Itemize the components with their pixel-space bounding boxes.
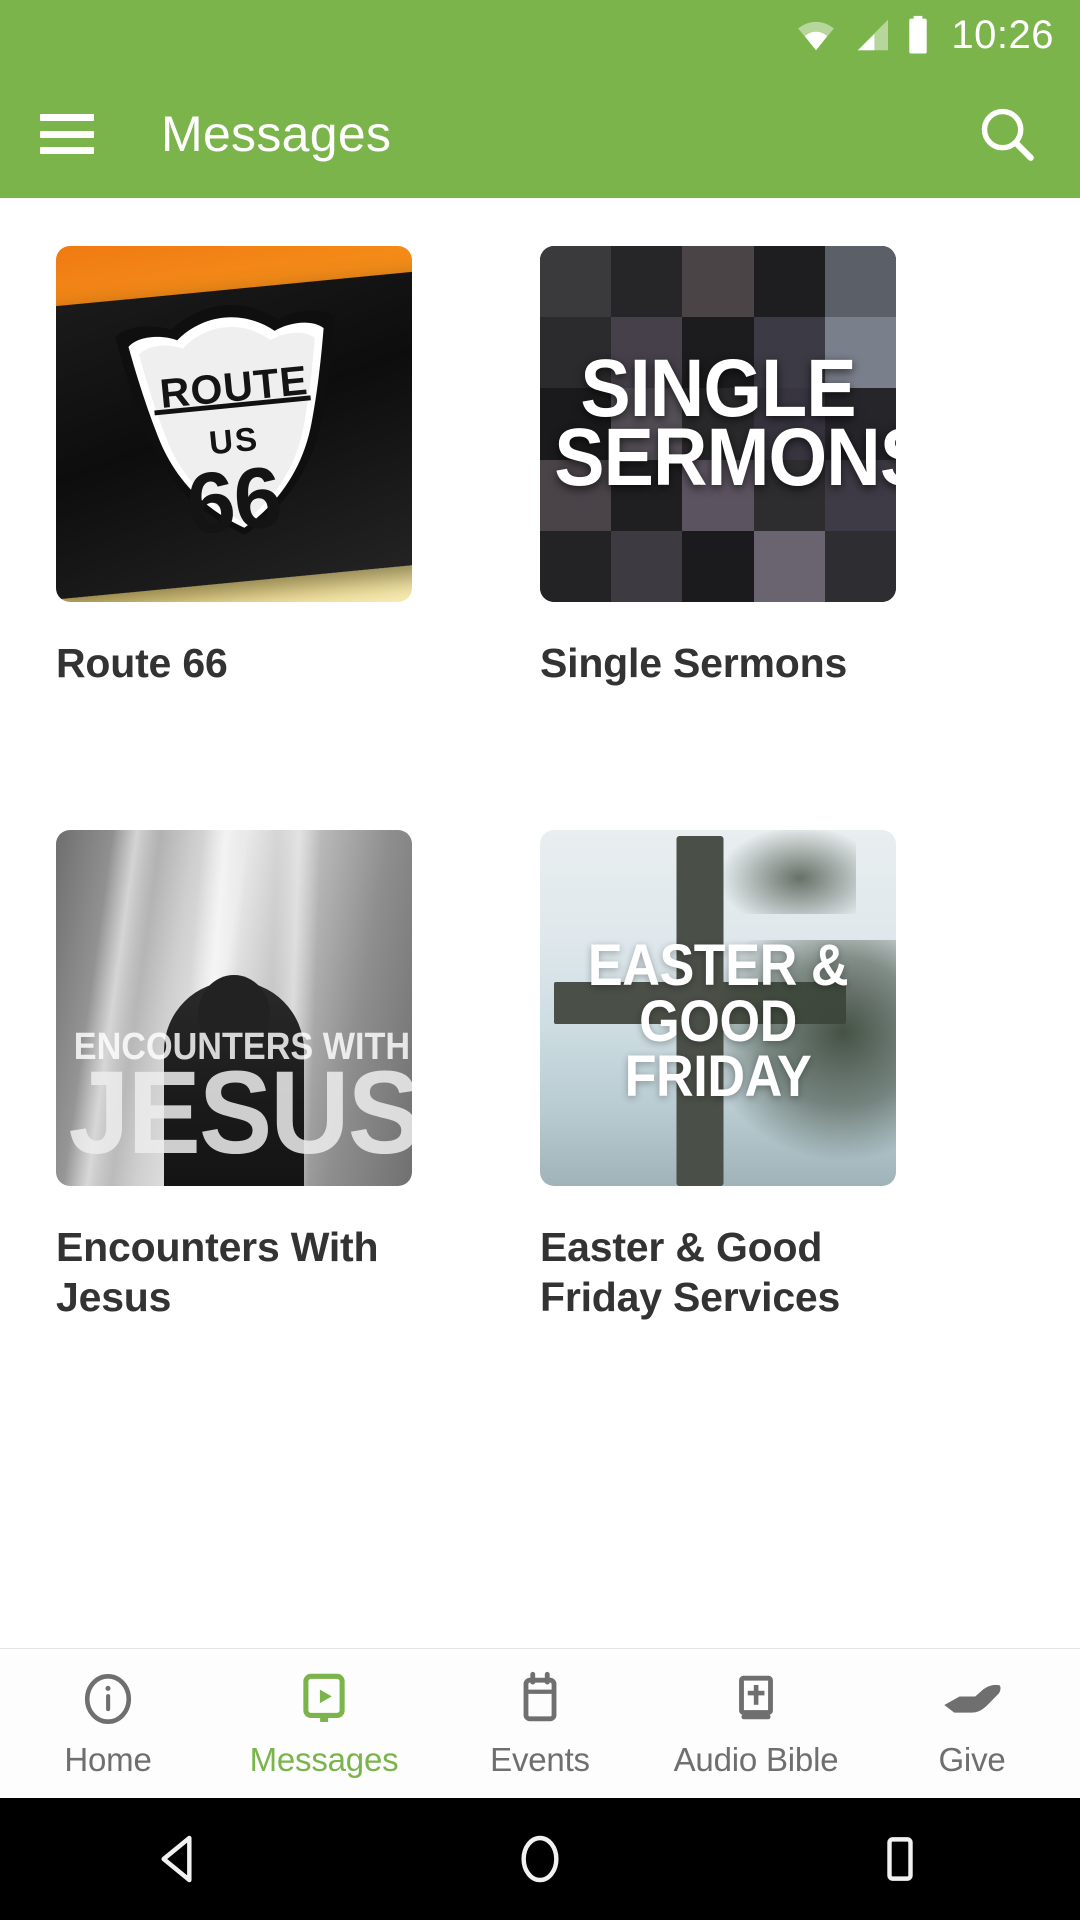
tree-branch-top-icon (716, 830, 856, 915)
hamburger-menu-icon[interactable] (40, 114, 94, 154)
video-screen-play-icon (295, 1669, 353, 1729)
android-system-nav-bar (0, 1798, 1080, 1920)
tab-label: Home (64, 1740, 152, 1778)
tab-messages[interactable]: Messages (216, 1669, 432, 1779)
thumb-text-line2: SERMONS (554, 412, 896, 503)
thumb-text-line1: EASTER & (587, 933, 849, 999)
giving-hand-icon (942, 1669, 1002, 1729)
series-list-scroll-area[interactable]: ROUTE US 66 Route 66 SINGLE SERMONS Sing… (0, 198, 1080, 1748)
tab-audio-bible[interactable]: Audio Bible (648, 1669, 864, 1779)
series-card-encounters-with-jesus[interactable]: ENCOUNTERS WITH JESUS Encounters With Je… (56, 830, 540, 1322)
tab-label: Audio Bible (673, 1740, 839, 1778)
tab-label: Give (938, 1740, 1006, 1778)
page-title: Messages (161, 106, 392, 162)
bottom-tab-bar: Home Messages Events Audio Bible Give (0, 1648, 1080, 1798)
thumb-text-easter: EASTER & GOOD FRIDAY (558, 933, 878, 1110)
app-bar: Messages (0, 70, 1080, 198)
series-card-title: Route 66 (56, 640, 228, 686)
thumb-text-single-sermons: SINGLE SERMONS (554, 348, 896, 503)
tab-label: Messages (249, 1740, 399, 1778)
battery-icon (905, 15, 931, 55)
series-card-title: Single Sermons (540, 640, 848, 686)
series-card-title: Easter & Good Friday Services (540, 1224, 841, 1321)
thumb-text-66: 66 (182, 448, 286, 554)
tab-home[interactable]: Home (0, 1669, 216, 1779)
info-circle-icon (79, 1669, 137, 1729)
status-bar-clock: 10:26 (951, 12, 1054, 57)
calendar-icon (511, 1669, 569, 1729)
search-icon[interactable] (976, 103, 1038, 165)
wifi-icon (795, 18, 837, 52)
home-circle-icon[interactable] (480, 1798, 600, 1920)
series-thumbnail[interactable]: ROUTE US 66 (56, 246, 412, 602)
series-thumbnail[interactable]: EASTER & GOOD FRIDAY (540, 830, 896, 1187)
thumb-text-jesus: JESUS (68, 1047, 412, 1180)
thumb-text-line2: GOOD FRIDAY (624, 988, 812, 1110)
series-card-single-sermons[interactable]: SINGLE SERMONS Single Sermons (540, 246, 1024, 688)
bible-book-cross-icon (727, 1669, 785, 1729)
series-grid: ROUTE US 66 Route 66 SINGLE SERMONS Sing… (0, 198, 1080, 1322)
tab-give[interactable]: Give (864, 1669, 1080, 1779)
series-card-route-66[interactable]: ROUTE US 66 Route 66 (56, 246, 540, 688)
status-bar: 10:26 (0, 0, 1080, 70)
series-card-title: Encounters With Jesus (56, 1224, 379, 1321)
recents-square-icon[interactable] (840, 1798, 960, 1920)
series-thumbnail[interactable]: SINGLE SERMONS (540, 246, 896, 602)
back-triangle-icon[interactable] (120, 1798, 240, 1920)
series-card-easter-good-friday[interactable]: EASTER & GOOD FRIDAY Easter & Good Frida… (540, 830, 1024, 1322)
cellular-signal-icon (851, 18, 891, 52)
grid-row-spacer (56, 688, 1024, 830)
tab-label: Events (490, 1740, 590, 1778)
tab-events[interactable]: Events (432, 1669, 648, 1779)
phone-screen: 10:26 Messages ROUTE US 66 Route 66 SING… (0, 0, 1080, 1920)
series-thumbnail[interactable]: ENCOUNTERS WITH JESUS (56, 830, 412, 1187)
